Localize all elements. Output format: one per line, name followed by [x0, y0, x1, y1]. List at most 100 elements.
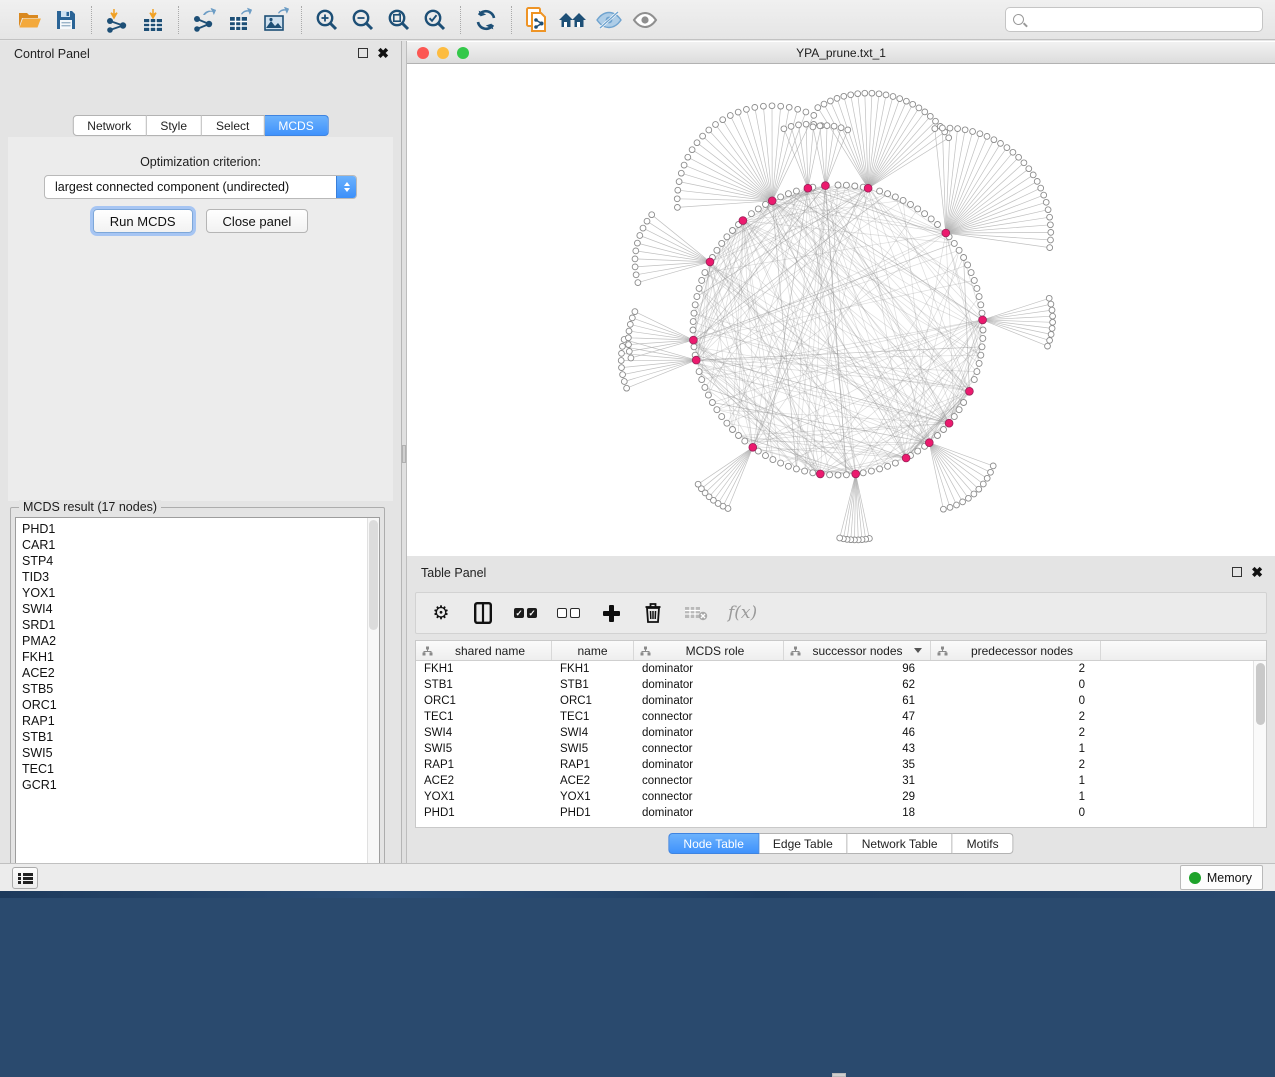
network-node[interactable]	[713, 122, 719, 128]
cell-name[interactable]: PHD1	[552, 805, 634, 821]
network-node[interactable]	[744, 107, 750, 113]
network-node[interactable]	[977, 131, 983, 137]
cell-predecessor-nodes[interactable]: 2	[931, 757, 1101, 773]
network-node[interactable]	[947, 505, 953, 511]
table-row-rap1[interactable]: RAP1RAP1dominator352	[416, 757, 1253, 773]
network-node[interactable]	[962, 127, 968, 133]
network-node[interactable]	[685, 154, 691, 160]
network-node[interactable]	[877, 188, 883, 194]
network-node[interactable]	[620, 372, 626, 378]
result-node-stb1[interactable]: STB1	[22, 729, 361, 745]
network-node[interactable]	[1047, 214, 1053, 220]
network-node[interactable]	[960, 499, 966, 505]
network-node[interactable]	[990, 463, 996, 469]
network-node[interactable]	[763, 453, 769, 459]
network-node[interactable]	[810, 470, 816, 476]
table-row-ace2[interactable]: ACE2ACE2connector311	[416, 773, 1253, 789]
network-node[interactable]	[834, 96, 840, 102]
dominator-node[interactable]	[945, 419, 953, 427]
network-node[interactable]	[900, 197, 906, 203]
first-neighbors-icon-button[interactable]	[555, 4, 591, 36]
network-node[interactable]	[976, 486, 982, 492]
result-list-scrollbar[interactable]	[367, 518, 379, 873]
network-node[interactable]	[1047, 245, 1053, 251]
network-node[interactable]	[988, 469, 994, 475]
cell-mcds-role[interactable]: connector	[634, 789, 784, 805]
cell-predecessor-nodes[interactable]: 2	[931, 661, 1101, 677]
network-node[interactable]	[781, 126, 787, 132]
cell-successor-nodes[interactable]: 46	[784, 725, 931, 741]
network-node[interactable]	[626, 342, 632, 348]
result-node-gcr1[interactable]: GCR1	[22, 777, 361, 793]
network-node[interactable]	[980, 481, 986, 487]
dominator-node[interactable]	[692, 356, 700, 364]
network-node[interactable]	[928, 216, 934, 222]
network-node[interactable]	[714, 407, 720, 413]
network-node[interactable]	[971, 377, 977, 383]
network-node[interactable]	[618, 358, 624, 364]
network-node[interactable]	[694, 140, 700, 146]
network-node[interactable]	[1016, 154, 1022, 160]
network-node[interactable]	[855, 91, 861, 97]
network-node[interactable]	[627, 322, 633, 328]
network-node[interactable]	[1048, 237, 1054, 243]
dominator-node[interactable]	[902, 454, 910, 462]
task-history-button[interactable]	[12, 867, 38, 889]
network-node[interactable]	[736, 433, 742, 439]
network-node[interactable]	[719, 240, 725, 246]
network-node[interactable]	[1048, 222, 1054, 228]
network-node[interactable]	[940, 125, 946, 131]
network-node[interactable]	[821, 101, 827, 107]
network-node[interactable]	[724, 234, 730, 240]
table-splitter-grip[interactable]	[832, 1073, 846, 1077]
column-header-successor-nodes[interactable]: successor nodes	[784, 641, 931, 660]
network-node[interactable]	[831, 123, 837, 129]
network-node[interactable]	[946, 135, 952, 141]
network-node[interactable]	[955, 126, 961, 132]
network-node[interactable]	[877, 466, 883, 472]
network-node[interactable]	[966, 495, 972, 501]
network-node[interactable]	[621, 379, 627, 385]
cell-successor-nodes[interactable]: 29	[784, 789, 931, 805]
network-node[interactable]	[748, 211, 754, 217]
network-node[interactable]	[788, 124, 794, 130]
column-header-shared-name[interactable]: shared name	[416, 641, 552, 660]
splitter-grip[interactable]	[402, 445, 406, 463]
network-node[interactable]	[706, 127, 712, 133]
network-node[interactable]	[980, 335, 986, 341]
network-node[interactable]	[837, 535, 843, 541]
cell-predecessor-nodes[interactable]: 2	[931, 709, 1101, 725]
tab-select[interactable]: Select	[202, 115, 264, 136]
column-header-predecessor-nodes[interactable]: predecessor nodes	[931, 641, 1101, 660]
network-node[interactable]	[897, 96, 903, 102]
table-row-swi4[interactable]: SWI4SWI4dominator462	[416, 725, 1253, 741]
network-node[interactable]	[1048, 301, 1054, 307]
zoom-fit-button[interactable]	[381, 4, 417, 36]
network-node[interactable]	[691, 310, 697, 316]
network-node[interactable]	[714, 247, 720, 253]
network-node[interactable]	[965, 262, 971, 268]
cell-mcds-role[interactable]: connector	[634, 773, 784, 789]
network-node[interactable]	[696, 369, 702, 375]
network-node[interactable]	[640, 225, 646, 231]
network-node[interactable]	[1049, 326, 1055, 332]
show-columns-button[interactable]	[472, 598, 494, 628]
cell-shared-name[interactable]: ACE2	[416, 773, 552, 789]
network-node[interactable]	[1026, 166, 1032, 172]
network-node[interactable]	[705, 392, 711, 398]
network-node[interactable]	[730, 228, 736, 234]
network-node[interactable]	[915, 206, 921, 212]
table-row-tec1[interactable]: TEC1TEC1connector472	[416, 709, 1253, 725]
zoom-selected-button[interactable]	[417, 4, 453, 36]
network-node[interactable]	[694, 294, 700, 300]
result-node-orc1[interactable]: ORC1	[22, 697, 361, 713]
network-node[interactable]	[769, 103, 775, 109]
cell-successor-nodes[interactable]: 62	[784, 677, 931, 693]
network-node[interactable]	[827, 472, 833, 478]
network-node[interactable]	[947, 125, 953, 131]
network-node[interactable]	[1041, 192, 1047, 198]
network-node[interactable]	[974, 369, 980, 375]
network-node[interactable]	[709, 400, 715, 406]
network-node[interactable]	[922, 109, 928, 115]
result-node-yox1[interactable]: YOX1	[22, 585, 361, 601]
